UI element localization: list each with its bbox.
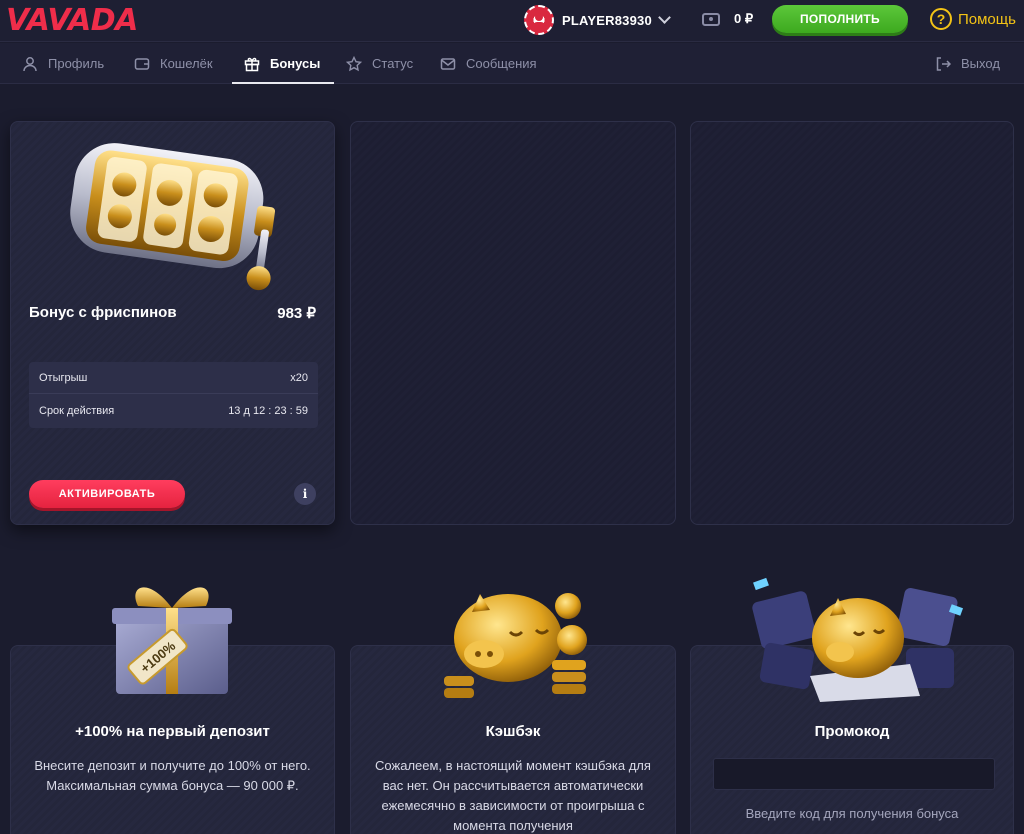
tab-label: Профиль xyxy=(48,56,105,71)
promo-description: Сожалеем, в настоящий момент кэшбэка для… xyxy=(375,758,651,833)
help-label: Помощь xyxy=(958,10,1016,28)
tab-logout[interactable]: Выход xyxy=(935,43,1000,84)
wallet-icon xyxy=(702,12,720,26)
bonus-title: Бонус с фриспинов xyxy=(29,304,177,321)
vavada-logo[interactable]: VAVADA xyxy=(6,3,138,38)
empty-bonus-slot xyxy=(690,121,1014,525)
bonus-details: Отыгрыш x20 Срок действия 13 д 12 : 23 :… xyxy=(29,362,318,428)
promo-title: +100% на первый депозит xyxy=(75,723,270,740)
tab-wallet[interactable]: Кошелёк xyxy=(134,43,213,84)
username: PLAYER83930 xyxy=(562,12,652,28)
tab-status[interactable]: Статус xyxy=(346,43,413,84)
top-header: VAVADA PLAYER83930 0 ₽ ПОПОЛНИТЬ ? Помощ… xyxy=(0,0,1024,42)
tab-label: Статус xyxy=(372,56,414,71)
expiry-row: Срок действия 13 д 12 : 23 : 59 xyxy=(29,395,318,427)
user-menu[interactable]: PLAYER83930 xyxy=(524,5,671,35)
promo-title: Промокод xyxy=(814,723,890,740)
logout-icon xyxy=(936,56,951,71)
promocode-input[interactable] xyxy=(713,758,995,790)
gift-icon xyxy=(244,57,260,71)
tab-label: Выход xyxy=(961,56,1000,71)
gift-box-image: +100% xyxy=(112,587,232,694)
tab-label: Кошелёк xyxy=(160,56,213,71)
promo-title: Кэшбэк xyxy=(485,723,541,740)
slot-machine-image xyxy=(70,143,276,291)
tab-label: Бонусы xyxy=(270,56,321,71)
deposit-button[interactable]: ПОПОЛНИТЬ xyxy=(772,5,908,33)
empty-bonus-slot xyxy=(350,121,676,525)
promocode-hint: Введите код для получения бонуса xyxy=(745,806,959,821)
info-icon[interactable]: i xyxy=(294,483,316,505)
expiry-value: 13 д 12 : 23 : 59 xyxy=(228,405,308,417)
profile-tabs: Профиль Кошелёк Бонусы Статус Сообщения … xyxy=(0,43,1024,84)
promo-description: Внесите депозит и получите до 100% от не… xyxy=(34,758,311,793)
bonus-amount: 983 ₽ xyxy=(277,305,316,322)
wager-row: Отыгрыш x20 xyxy=(29,362,318,394)
envelope-icon xyxy=(440,57,456,70)
star-icon xyxy=(346,55,362,71)
piggy-bank-image xyxy=(444,593,587,698)
promo-piggy-image xyxy=(752,577,964,702)
user-icon xyxy=(23,56,37,71)
help-link[interactable]: ? Помощь xyxy=(930,8,1016,30)
tab-bonuses[interactable]: Бонусы xyxy=(231,43,335,84)
expiry-label: Срок действия xyxy=(39,405,115,417)
wager-label: Отыгрыш xyxy=(39,371,88,384)
chevron-down-icon xyxy=(658,11,671,24)
avatar xyxy=(524,5,554,35)
balance-display: 0 ₽ xyxy=(702,11,753,27)
tab-profile[interactable]: Профиль xyxy=(22,43,104,84)
tab-messages[interactable]: Сообщения xyxy=(440,43,537,84)
tab-label: Сообщения xyxy=(466,56,537,71)
wallet-icon xyxy=(134,57,150,70)
wager-value: x20 xyxy=(290,371,308,384)
balance-value: 0 ₽ xyxy=(734,11,754,26)
question-icon: ? xyxy=(930,8,952,30)
activate-button[interactable]: АКТИВИРОВАТЬ xyxy=(29,480,185,508)
active-bonus-card: Бонус с фриспинов 983 ₽ Отыгрыш x20 Срок… xyxy=(10,121,335,525)
